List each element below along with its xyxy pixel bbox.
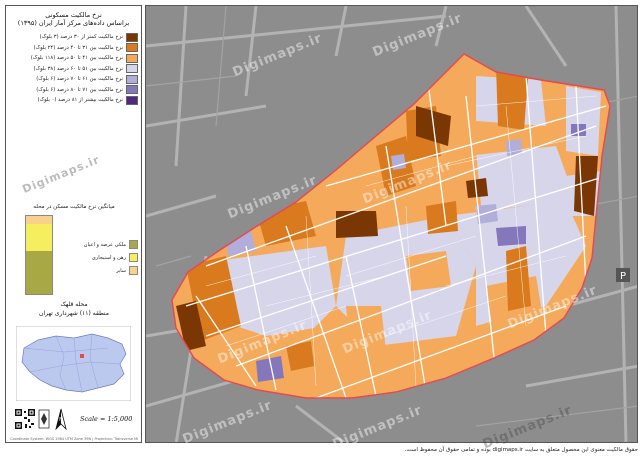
legend-item: نرخ مالکیت کمتر از ۳۰ درصد (۳ بلوک) bbox=[10, 32, 138, 43]
legend-item: نرخ مالکیت بین ۵۱ تا ۶۰ درصد (۳۸ بلوک) bbox=[10, 64, 138, 75]
location-marker bbox=[80, 354, 84, 358]
map-title-line1: نرخ مالکیت مسکونی bbox=[45, 11, 102, 19]
map-title: نرخ مالکیت مسکونی براساس داده‌های مرکز آ… bbox=[6, 6, 141, 27]
parking-label: P bbox=[620, 271, 626, 282]
copyright-notice: حقوق مالکیت معنوی این محصول متعلق به سای… bbox=[404, 447, 638, 453]
legend-label: نرخ مالکیت بین ۳۱ تا ۴۰ درصد (۲۴ بلوک) bbox=[33, 44, 123, 51]
ownership-bar-segment bbox=[26, 223, 52, 252]
coordinate-credit: Coordinate System: WGS 1984 UTM Zone 39N… bbox=[10, 437, 138, 441]
legend-swatch bbox=[126, 64, 138, 74]
legend-swatch bbox=[126, 74, 138, 84]
bar-legend-item: سایر bbox=[58, 264, 138, 277]
neighborhood-name: محله قلهک bbox=[60, 301, 88, 308]
legend-swatch bbox=[126, 32, 138, 42]
bar-legend-item: رهن و استیجاری bbox=[58, 251, 138, 264]
legend-label: نرخ مالکیت کمتر از ۳۰ درصد (۳ بلوک) bbox=[39, 34, 123, 41]
neighborhood-map[interactable]: P bbox=[146, 6, 638, 443]
bar-legend-label: سایر bbox=[116, 267, 126, 274]
legend-item: نرخ مالکیت بین ۶۱ تا ۷۰ درصد (۶ بلوک) bbox=[10, 74, 138, 85]
legend-swatch bbox=[126, 53, 138, 63]
bar-legend-label: ملکی عرصه و اعیان bbox=[83, 241, 126, 248]
bar-legend-item: ملکی عرصه و اعیان bbox=[58, 238, 138, 251]
qr-code-icon bbox=[14, 408, 36, 430]
ownership-bar-title: میانگین نرخ مالکیت مسکن در محله bbox=[33, 204, 115, 210]
legend-label: نرخ مالکیت بیشتر از ۸۱ درصد (۰ بلوک) bbox=[37, 97, 123, 104]
bar-legend-swatch bbox=[129, 253, 138, 262]
legend-swatch bbox=[126, 95, 138, 105]
legend-label: نرخ مالکیت بین ۵۱ تا ۶۰ درصد (۳۸ بلوک) bbox=[33, 65, 123, 72]
legend-item: نرخ مالکیت بین ۳۱ تا ۴۰ درصد (۲۴ بلوک) bbox=[10, 43, 138, 54]
legend-item: نرخ مالکیت بین ۴۱ تا ۵۰ درصد (۱۱۸ بلوک) bbox=[10, 53, 138, 64]
map-title-line2: براساس داده‌های مرکز آمار ایران (۱۳۹۵) bbox=[17, 19, 130, 27]
legend-label: نرخ مالکیت بین ۶۱ تا ۷۰ درصد (۶ بلوک) bbox=[36, 76, 123, 83]
logo-icon bbox=[38, 409, 50, 429]
north-label: N bbox=[59, 417, 63, 423]
legend: نرخ مالکیت کمتر از ۳۰ درصد (۳ بلوک) نرخ … bbox=[10, 32, 138, 106]
map-scale: Scale = 1:5,000 bbox=[80, 415, 133, 423]
map-sidebar: نرخ مالکیت مسکونی براساس داده‌های مرکز آ… bbox=[5, 5, 142, 443]
ownership-bar-segment bbox=[26, 216, 52, 224]
region-info: محله قلهک منطقه (۱۱) شهرداری تهران bbox=[10, 300, 138, 318]
bar-legend-swatch bbox=[129, 240, 138, 249]
north-arrow-icon: N bbox=[55, 408, 67, 430]
ownership-bar-legend: ملکی عرصه و اعیان رهن و استیجاری سایر bbox=[58, 238, 138, 277]
legend-item: نرخ مالکیت بین ۷۱ تا ۸۰ درصد (۶ بلوک) bbox=[10, 85, 138, 96]
bar-legend-label: رهن و استیجاری bbox=[91, 254, 126, 261]
ownership-bar-segment bbox=[26, 251, 52, 294]
map-view[interactable]: P bbox=[145, 5, 638, 443]
legend-label: نرخ مالکیت بین ۷۱ تا ۸۰ درصد (۶ بلوک) bbox=[36, 86, 123, 93]
legend-swatch bbox=[126, 43, 138, 53]
legend-item: نرخ مالکیت بیشتر از ۸۱ درصد (۰ بلوک) bbox=[10, 95, 138, 106]
district-name: منطقه (۱۱) شهرداری تهران bbox=[39, 310, 109, 317]
ownership-stacked-bar bbox=[25, 215, 53, 295]
legend-label: نرخ مالکیت بین ۴۱ تا ۵۰ درصد (۱۱۸ بلوک) bbox=[30, 55, 123, 62]
tehran-inset-map bbox=[16, 326, 131, 401]
legend-swatch bbox=[126, 85, 138, 95]
bar-legend-swatch bbox=[129, 266, 138, 275]
